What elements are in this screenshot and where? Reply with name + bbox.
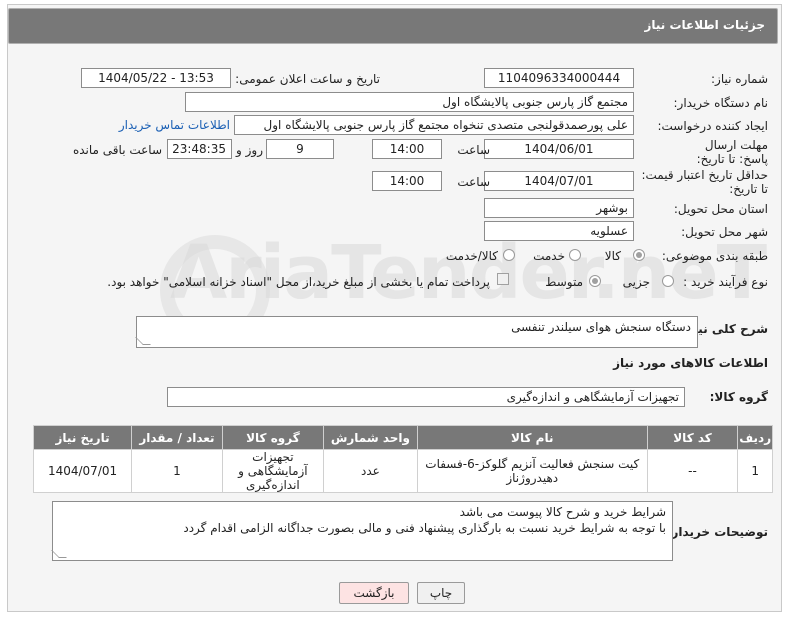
need-number-label: شماره نیاز:	[711, 72, 768, 86]
category-label: طبقه بندی موضوعی:	[661, 249, 768, 263]
time-remaining-label: ساعت باقی مانده	[72, 143, 162, 157]
panel-header: جزئیات اطلاعات نیاز	[8, 8, 778, 44]
reply-deadline-label: مهلت ارسال پاسخ: تا تاریخ:	[696, 138, 768, 166]
requester-label: ایجاد کننده درخواست:	[657, 119, 768, 133]
price-date-field[interactable]: 1404/07/01	[484, 171, 634, 191]
col-unit: واحد شمارش	[323, 425, 418, 450]
col-code: کد کالا	[646, 425, 739, 450]
need-description-text: دستگاه سنجش هوای سیلندر تنفسی	[511, 320, 691, 334]
requester-field[interactable]: علی پورصمدقولنجی متصدی تنخواه مجتمع گاز …	[234, 115, 634, 135]
treasury-payment-note: پرداخت تمام یا بخشی از مبلغ خرید،از محل …	[107, 275, 490, 289]
category-service-label: خدمت	[533, 249, 565, 263]
print-button[interactable]: چاپ	[417, 582, 465, 604]
process-label: نوع فرآیند خرید :	[683, 275, 768, 289]
city-field[interactable]: عسلویه	[484, 221, 634, 241]
resize-handle-icon[interactable]	[51, 550, 67, 558]
category-goods-label: کالا	[604, 249, 621, 263]
process-medium-radio[interactable]	[589, 275, 601, 287]
cell-code: --	[646, 449, 739, 493]
need-number-field[interactable]: 1104096334000444	[484, 68, 634, 88]
col-date: تاریخ نیاز	[32, 425, 133, 450]
category-both-label: کالا/خدمت	[445, 249, 498, 263]
contact-info-link[interactable]: اطلاعات تماس خریدار	[119, 118, 230, 132]
buyer-notes-line-2: با توجه به شرایط خرید نسبت به بارگذاری پ…	[183, 521, 666, 535]
items-table: ردیف کد کالا نام کالا واحد شمارش گروه کا…	[32, 425, 773, 493]
buyer-notes-field[interactable]: شرایط خرید و شرح کالا پیوست می باشد با ت…	[51, 501, 673, 561]
goods-group-field[interactable]: تجهیزات آزمایشگاهی و اندازه‌گیری	[167, 387, 685, 407]
treasury-payment-checkbox[interactable]	[497, 273, 509, 285]
announce-datetime-field[interactable]: 1404/05/22 - 13:53	[81, 68, 231, 88]
cell-row: 1	[737, 449, 773, 493]
category-goods-radio[interactable]	[633, 249, 645, 261]
time-remaining-field[interactable]: 23:48:35	[167, 139, 232, 159]
col-qty: تعداد / مقدار	[131, 425, 223, 450]
days-remaining-field[interactable]: 9	[266, 139, 334, 159]
price-validity-label: حداقل تاریخ اعتبار قیمت: تا تاریخ:	[641, 168, 768, 196]
items-table-header: ردیف کد کالا نام کالا واحد شمارش گروه کا…	[32, 425, 773, 450]
cell-qty: 1	[131, 449, 223, 493]
col-row: ردیف	[737, 425, 773, 450]
back-button[interactable]: بازگشت	[339, 582, 409, 604]
cell-name: کیت سنجش فعالیت آنزیم گلوکز-6-فسفات دهید…	[416, 449, 648, 493]
cell-unit: عدد	[323, 449, 418, 493]
process-small-radio[interactable]	[662, 275, 674, 287]
buyer-notes-line-1: شرایط خرید و شرح کالا پیوست می باشد	[459, 505, 666, 519]
reply-date-field[interactable]: 1404/06/01	[484, 139, 634, 159]
price-time-label: ساعت	[457, 175, 490, 189]
city-label: شهر محل تحویل:	[681, 225, 768, 239]
days-label: روز و	[236, 143, 263, 157]
process-small-label: جزیی	[622, 275, 650, 289]
province-field[interactable]: بوشهر	[484, 198, 634, 218]
cell-date: 1404/07/01	[32, 449, 133, 493]
items-section-title: اطلاعات کالاهای مورد نیاز	[613, 356, 768, 370]
province-label: استان محل تحویل:	[673, 202, 768, 216]
cell-group: تجهیزات آزمایشگاهی و اندازه‌گیری	[221, 449, 325, 493]
category-service-radio[interactable]	[569, 249, 581, 261]
process-medium-label: متوسط	[545, 275, 583, 289]
table-row[interactable]: 1 -- کیت سنجش فعالیت آنزیم گلوکز-6-فسفات…	[32, 449, 773, 493]
category-both-radio[interactable]	[503, 249, 515, 261]
resize-handle-icon[interactable]	[135, 337, 151, 345]
buyer-org-field[interactable]: مجتمع گاز پارس جنوبی پالایشگاه اول	[185, 92, 634, 112]
reply-time-field[interactable]: 14:00	[372, 139, 442, 159]
col-name: نام کالا	[416, 425, 648, 450]
need-description-field[interactable]: دستگاه سنجش هوای سیلندر تنفسی	[135, 316, 698, 348]
page-title: جزئیات اطلاعات نیاز	[644, 18, 765, 32]
reply-time-label: ساعت	[457, 143, 490, 157]
announce-label: تاریخ و ساعت اعلان عمومی:	[235, 72, 380, 86]
goods-group-label: گروه کالا:	[709, 390, 768, 404]
col-group: گروه کالا	[221, 425, 325, 450]
price-time-field[interactable]: 14:00	[372, 171, 442, 191]
buyer-org-label: نام دستگاه خریدار:	[673, 96, 769, 110]
buyer-notes-label: توضیحات خریدار:	[666, 525, 768, 539]
